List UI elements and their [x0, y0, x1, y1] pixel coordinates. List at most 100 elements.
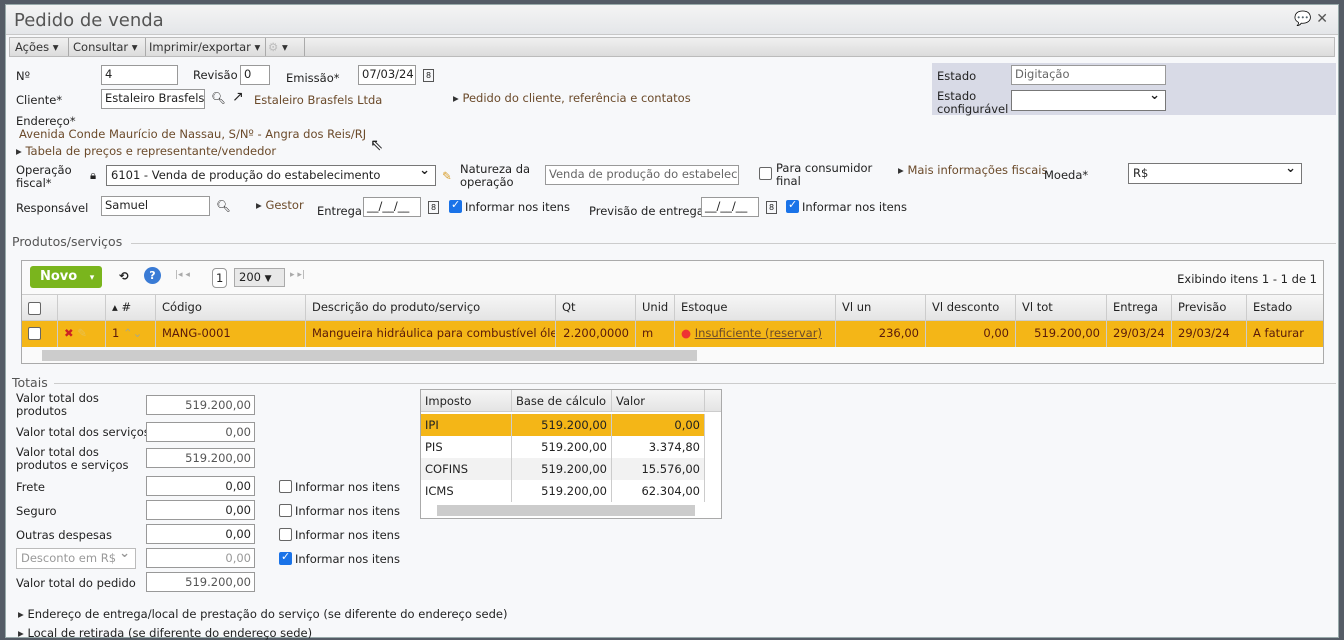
calendar-icon[interactable]: 8 [766, 201, 777, 214]
cell-codigo: MANG-0001 [156, 321, 306, 347]
endereco-label: Endereço* [16, 114, 76, 128]
refresh-icon[interactable]: ⟲ [119, 269, 129, 283]
menu-bar: Ações ▾ Consultar ▾ Imprimir/exportar ▾ … [9, 37, 1335, 57]
table-row[interactable]: ✖ ✎ 1 ⌃⌄ MANG-0001 Mangueira hidráulica … [22, 321, 1323, 347]
page-size-select[interactable]: 200 ▼ [234, 268, 285, 287]
cliente-input[interactable]: Estaleiro Brasfels L [101, 89, 205, 109]
window-title: Pedido de venda [14, 10, 164, 31]
col-num[interactable]: ▴ # [106, 295, 156, 320]
col-previsao[interactable]: Previsão [1172, 295, 1247, 320]
search-icon[interactable]: 🔍︎ [216, 199, 231, 213]
estado-label: Estado [937, 69, 977, 83]
help-icon[interactable]: ? [144, 267, 161, 284]
mais-info-toggle[interactable]: Mais informações fiscais [898, 163, 1047, 177]
previsao-informar-itens-checkbox[interactable] [786, 198, 799, 213]
col-codigo[interactable]: Código [156, 295, 306, 320]
total-produtos-value: 519.200,00 [146, 395, 255, 415]
external-link-icon[interactable]: ↗ [232, 89, 244, 105]
tabela-precos-toggle[interactable]: Tabela de preços e representante/vendedo… [16, 144, 276, 158]
cell-estado: A faturar [1253, 326, 1304, 340]
novo-button[interactable]: Novo ▾ [30, 266, 102, 288]
col-vl-desconto[interactable]: Vl desconto [926, 295, 1016, 320]
operacao-select[interactable]: 6101 - Venda de produção do estabelecime… [106, 165, 436, 186]
cell-unid: m [636, 321, 675, 347]
cell-vl-tot: 519.200,00 [1016, 321, 1107, 347]
previsao-informar-itens-label: Informar nos itens [802, 200, 907, 214]
col-vl-un[interactable]: Vl un [836, 295, 926, 320]
lock-icon: 🔒︎ [90, 168, 97, 182]
chat-icon[interactable]: 💬 [1294, 11, 1311, 27]
outras-informar-itens-checkbox[interactable] [279, 528, 292, 541]
frete-input[interactable]: 0,00 [146, 476, 255, 496]
revisao-input[interactable]: 0 [240, 65, 270, 85]
row-checkbox[interactable] [28, 327, 41, 340]
calendar-icon[interactable]: 8 [428, 201, 439, 214]
col-vl-tot[interactable]: Vl tot [1016, 295, 1107, 320]
frete-informar-itens-checkbox[interactable] [279, 480, 292, 493]
col-descricao[interactable]: Descrição do produto/serviço [306, 295, 556, 320]
revisao-label: Revisão [193, 68, 238, 82]
previsao-input[interactable]: __/__/__ [701, 197, 759, 217]
pedido-cliente-toggle[interactable]: Pedido do cliente, referência e contatos [453, 91, 690, 105]
gestor-toggle[interactable]: Gestor [256, 198, 303, 212]
table-row[interactable]: PIS 519.200,00 3.374,80 [421, 436, 705, 458]
title-bar: Pedido de venda 💬 ✕ [6, 5, 1338, 35]
menu-imprimir[interactable]: Imprimir/exportar ▾ [149, 40, 260, 54]
table-row[interactable]: IPI 519.200,00 0,00 [421, 414, 705, 436]
desconto-informar-itens-checkbox[interactable] [279, 550, 292, 565]
numero-input[interactable]: 4 [101, 65, 178, 85]
search-icon[interactable]: 🔍︎ [211, 91, 226, 105]
desconto-type-select[interactable]: Desconto em R$ [16, 548, 136, 569]
horizontal-scrollbar[interactable] [42, 350, 697, 361]
table-row[interactable]: COFINS 519.200,00 15.576,00 [421, 458, 705, 480]
col-base[interactable]: Base de cálculo [512, 390, 612, 411]
consumidor-final-checkbox[interactable] [759, 167, 772, 180]
cliente-link[interactable]: Estaleiro Brasfels Ltda [254, 93, 382, 107]
natureza-input[interactable]: Venda de produção do estabelecimento [545, 165, 739, 185]
select-all-checkbox[interactable] [28, 302, 41, 315]
move-arrows-icon[interactable]: ⌃⌄ [123, 326, 142, 340]
estado-configuravel-select[interactable] [1011, 90, 1166, 111]
gear-icon[interactable]: ⚙ ▾ [268, 40, 288, 54]
page-input[interactable]: 1 [212, 268, 227, 288]
horizontal-scrollbar[interactable] [437, 505, 695, 516]
col-imposto[interactable]: Imposto [421, 390, 512, 411]
col-estado[interactable]: Estado [1247, 295, 1307, 320]
responsavel-input[interactable]: Samuel [101, 196, 210, 216]
menu-consultar[interactable]: Consultar ▾ [73, 40, 138, 54]
entrega-informar-itens-checkbox[interactable] [449, 198, 462, 213]
col-estoque[interactable]: Estoque [675, 295, 836, 320]
endereco-entrega-toggle[interactable]: Endereço de entrega/local de prestação d… [18, 607, 507, 621]
seguro-input[interactable]: 0,00 [146, 500, 255, 520]
col-unid[interactable]: Unid [636, 295, 675, 320]
seguro-informar-itens-label: Informar nos itens [295, 504, 400, 518]
close-icon[interactable]: ✕ [1316, 11, 1328, 27]
menu-acoes[interactable]: Ações ▾ [15, 40, 59, 54]
emissao-input[interactable]: 07/03/24 [358, 65, 416, 85]
first-page-icon[interactable]: |◂ ◂ [175, 270, 190, 280]
col-valor[interactable]: Valor [612, 390, 705, 411]
table-row[interactable]: ICMS 519.200,00 62.304,00 [421, 480, 705, 502]
estoque-link[interactable]: Insuficiente (reservar) [695, 326, 822, 340]
delete-icon[interactable]: ✖ [64, 326, 74, 340]
desconto-input[interactable]: 0,00 [146, 548, 255, 568]
total-pedido-value: 519.200,00 [146, 572, 255, 592]
entrega-input[interactable]: __/__/__ [363, 197, 421, 217]
cell-entrega: 29/03/24 [1107, 321, 1172, 347]
emissao-label: Emissão* [286, 71, 340, 85]
outras-despesas-input[interactable]: 0,00 [146, 524, 255, 544]
seguro-informar-itens-checkbox[interactable] [279, 504, 292, 517]
pencil-icon[interactable]: ✎ [442, 169, 452, 183]
cell-descricao: Mangueira hidráulica para combustível ól… [306, 321, 556, 347]
next-page-icon[interactable]: ▸ ▸| [290, 270, 305, 280]
col-qt[interactable]: Qt [556, 295, 636, 320]
products-grid: Novo ▾ ⟲ ? |◂ ◂ 1 200 ▼ ▸ ▸| Exibindo it… [21, 260, 1324, 364]
col-entrega[interactable]: Entrega [1107, 295, 1172, 320]
edit-icon[interactable]: ✎ [77, 326, 87, 340]
cell-vl-un: 236,00 [836, 321, 926, 347]
moeda-select[interactable]: R$ [1128, 163, 1302, 184]
mouse-cursor-icon: ⇖ [370, 135, 384, 154]
estado-configuravel-label: Estado configurável [937, 89, 1009, 116]
calendar-icon[interactable]: 8 [423, 69, 434, 82]
outras-informar-itens-label: Informar nos itens [295, 528, 400, 542]
